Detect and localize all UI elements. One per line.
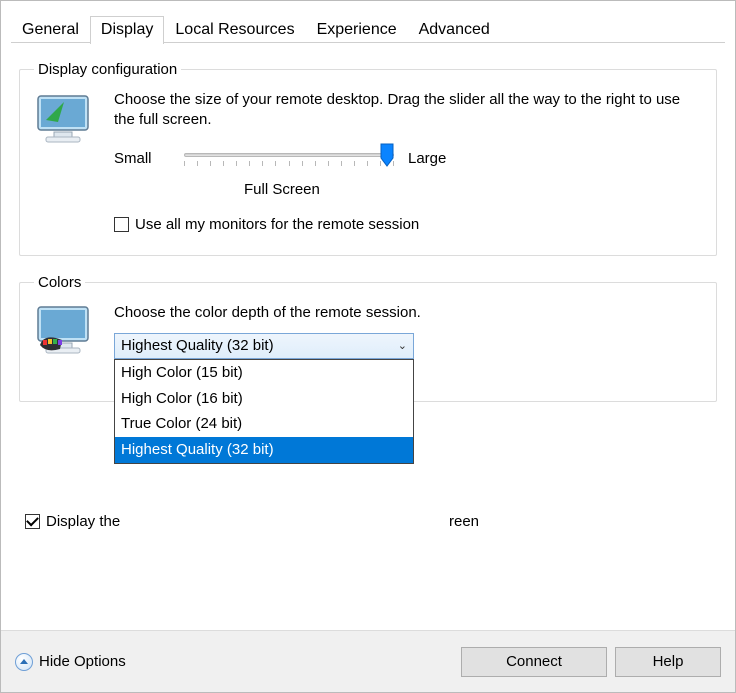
tab-advanced[interactable]: Advanced — [408, 16, 501, 44]
color-depth-combobox[interactable]: Highest Quality (32 bit) ⌄ — [114, 333, 414, 359]
checkbox-use-all-monitors[interactable] — [114, 217, 129, 232]
group-display-configuration: Display configuration Choose the size of… — [19, 61, 717, 256]
connect-button[interactable]: Connect — [461, 647, 607, 677]
checkbox-display-connection-bar[interactable] — [25, 514, 40, 529]
group-display-configuration-legend: Display configuration — [34, 61, 181, 78]
slider-label-small: Small — [114, 150, 170, 167]
tab-local-resources[interactable]: Local Resources — [164, 16, 305, 44]
hide-options-toggle[interactable]: Hide Options — [15, 653, 126, 671]
resolution-slider[interactable] — [184, 145, 394, 173]
connection-bar-label-prefix: Display the — [46, 513, 120, 530]
tab-display[interactable]: Display — [90, 16, 164, 44]
collapse-arrow-icon — [15, 653, 33, 671]
color-option-1[interactable]: High Color (16 bit) — [115, 386, 413, 412]
color-depth-selected: Highest Quality (32 bit) — [121, 337, 274, 354]
checkbox-use-all-monitors-label: Use all my monitors for the remote sessi… — [135, 216, 419, 233]
monitor-resolution-icon — [34, 92, 98, 148]
dialog-bottom-bar: Hide Options Connect Help — [1, 630, 735, 692]
dialog-window: General Display Local Resources Experien… — [0, 0, 736, 693]
slider-thumb[interactable] — [380, 143, 394, 167]
tab-strip: General Display Local Resources Experien… — [1, 1, 735, 43]
slider-value-label: Full Screen — [244, 181, 702, 198]
tab-content-display: Display configuration Choose the size of… — [11, 43, 725, 622]
group-colors-legend: Colors — [34, 274, 85, 291]
connection-bar-label-suffix: reen — [449, 513, 479, 530]
tab-general[interactable]: General — [11, 16, 90, 44]
monitor-colors-icon — [34, 305, 98, 361]
colors-description: Choose the color depth of the remote ses… — [114, 303, 702, 323]
color-option-3[interactable]: Highest Quality (32 bit) — [115, 437, 413, 463]
hide-options-label: Hide Options — [39, 653, 126, 670]
chevron-down-icon: ⌄ — [398, 339, 407, 352]
color-depth-dropdown-list: High Color (15 bit) High Color (16 bit) … — [114, 359, 414, 464]
color-option-0[interactable]: High Color (15 bit) — [115, 360, 413, 386]
help-button[interactable]: Help — [615, 647, 721, 677]
display-config-description: Choose the size of your remote desktop. … — [114, 90, 702, 131]
tab-experience[interactable]: Experience — [306, 16, 408, 44]
slider-label-large: Large — [408, 150, 464, 167]
color-option-2[interactable]: True Color (24 bit) — [115, 411, 413, 437]
group-colors: Colors — [19, 274, 717, 402]
